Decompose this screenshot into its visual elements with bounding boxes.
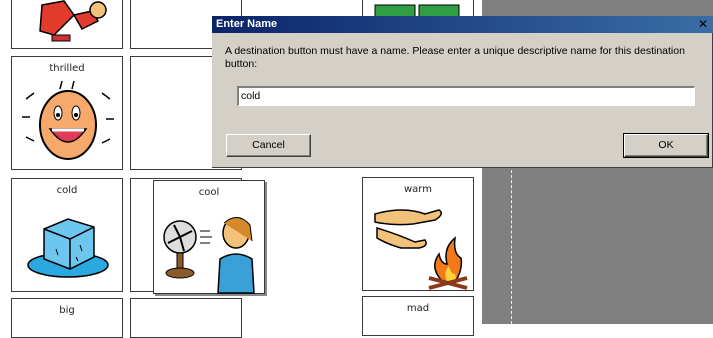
ok-button[interactable]: OK [623,133,709,158]
fan-person-icon [163,217,255,294]
hands-fire-icon [374,209,468,290]
board-cell-warm[interactable]: warm [362,177,474,291]
board-cell-cold[interactable]: cold [11,178,123,292]
board-cell-person[interactable] [11,0,123,49]
enter-name-dialog: Enter Name ✕ A destination button must h… [212,16,713,168]
dialog-titlebar[interactable]: Enter Name [212,16,713,33]
close-icon[interactable]: ✕ [696,16,710,32]
dialog-title: Enter Name [216,18,278,30]
thrilled-face-icon [22,80,114,160]
board-cell-thrilled[interactable]: thrilled [11,56,123,170]
person-icon [39,0,107,42]
cell-label: mad [406,303,430,314]
board-cell-empty-4[interactable] [130,298,242,338]
dialog-message: A destination button must have a name. P… [225,45,685,70]
cancel-button[interactable]: Cancel [226,134,311,157]
board-cell-mad[interactable]: mad [362,296,474,336]
page-guide-line [511,160,512,324]
board-cell-cool[interactable]: cool [153,180,265,294]
board-cell-big[interactable]: big [11,298,123,338]
ice-cube-icon [27,218,109,278]
name-input[interactable]: cold [237,86,695,106]
cell-label: big [59,305,75,316]
